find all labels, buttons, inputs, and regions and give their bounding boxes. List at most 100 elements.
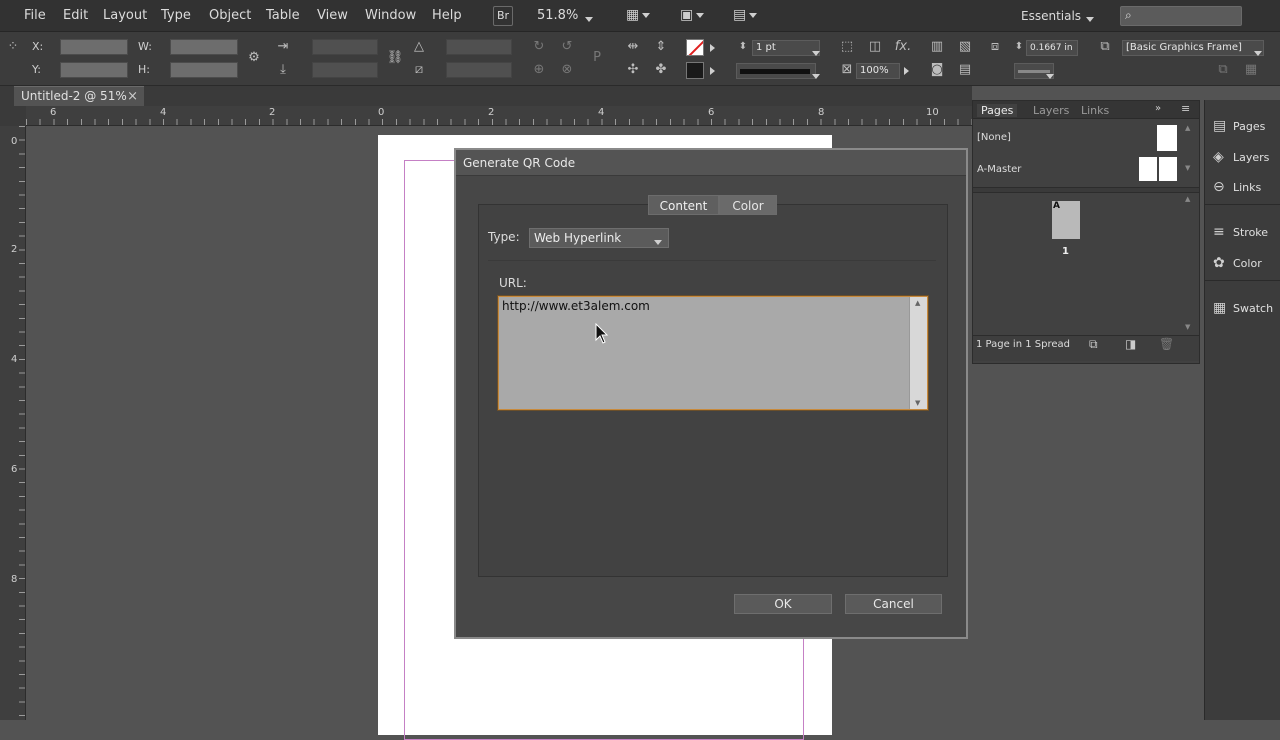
rotate-ccw-icon[interactable]: ↺ bbox=[558, 38, 576, 56]
reference-point-icon[interactable]: ⁘ bbox=[4, 38, 22, 56]
menu-view[interactable]: View bbox=[317, 8, 348, 23]
ok-button[interactable]: OK bbox=[734, 594, 832, 614]
a-master-label[interactable]: A-Master bbox=[977, 164, 1021, 175]
select-next-icon[interactable]: ✤ bbox=[652, 61, 670, 79]
ruler-origin[interactable] bbox=[0, 106, 26, 126]
screen-mode-icon[interactable]: ▣ bbox=[680, 7, 710, 25]
menu-file[interactable]: File bbox=[24, 8, 46, 23]
page-1-thumbnail[interactable]: A bbox=[1052, 201, 1080, 239]
dialog-title[interactable]: Generate QR Code bbox=[456, 150, 966, 176]
stroke-type-dropdown-icon[interactable] bbox=[812, 69, 820, 83]
link-icon[interactable]: ⛓ bbox=[386, 49, 404, 67]
y-field[interactable] bbox=[60, 62, 128, 78]
horizontal-ruler[interactable]: 6 4 2 0 2 4 6 8 10 bbox=[26, 106, 972, 126]
url-textarea[interactable]: http://www.et3alem.com ▲ ▼ bbox=[498, 296, 928, 410]
arrange-documents-icon[interactable]: ▤ bbox=[733, 7, 763, 25]
tab-color[interactable]: Color bbox=[719, 195, 777, 215]
dock-pages[interactable]: ▤ Pages bbox=[1213, 118, 1265, 134]
width-field[interactable] bbox=[170, 39, 238, 55]
new-page-icon[interactable]: ◨ bbox=[1125, 337, 1136, 351]
corner-options-icon[interactable]: ⬚ bbox=[838, 38, 856, 56]
none-master-label[interactable]: [None] bbox=[977, 132, 1011, 143]
drop-shadow-icon[interactable]: ◫ bbox=[866, 38, 884, 56]
auto-fit-icon[interactable]: ⧈ bbox=[986, 38, 1004, 56]
workspace-switcher[interactable]: Essentials bbox=[1021, 9, 1081, 23]
tab-content[interactable]: Content bbox=[648, 195, 719, 215]
dock-layers[interactable]: ◈ Layers bbox=[1213, 149, 1269, 165]
menu-type[interactable]: Type bbox=[161, 8, 191, 23]
dock-color[interactable]: ✿ Color bbox=[1213, 255, 1262, 271]
scale-y-field[interactable] bbox=[312, 62, 378, 78]
vertical-ruler[interactable]: 0 2 4 6 8 bbox=[0, 126, 26, 720]
wrap-object-icon[interactable]: ◙ bbox=[928, 61, 946, 79]
cancel-button[interactable]: Cancel bbox=[845, 594, 942, 614]
shear-field[interactable] bbox=[446, 62, 512, 78]
collapse-panel-icon[interactable]: » bbox=[1155, 103, 1161, 114]
x-field[interactable] bbox=[60, 39, 128, 55]
workspace-dropdown-icon[interactable] bbox=[1086, 12, 1094, 26]
frame-fitting-dropdown-icon[interactable] bbox=[1046, 69, 1054, 83]
select-previous-icon[interactable]: ✣ bbox=[624, 61, 642, 79]
stroke-type-field[interactable] bbox=[736, 63, 816, 79]
text-wrap-icon[interactable]: ▥ bbox=[928, 38, 946, 56]
close-tab-icon[interactable]: × bbox=[127, 87, 138, 106]
select-content-icon[interactable]: ⊗ bbox=[558, 61, 576, 79]
select-container-icon[interactable]: ⊕ bbox=[530, 61, 548, 79]
view-options-icon[interactable]: ▦ bbox=[626, 7, 656, 25]
rotate-cw-icon[interactable]: ↻ bbox=[530, 38, 548, 56]
scroll-down-icon[interactable]: ▼ bbox=[915, 399, 920, 407]
constrain-proportions-icon[interactable]: ⚙ bbox=[245, 49, 263, 67]
pages-scrollbar[interactable]: ▲ ▼ bbox=[1185, 195, 1195, 331]
menu-layout[interactable]: Layout bbox=[103, 8, 147, 23]
rotate-field[interactable] bbox=[446, 39, 512, 55]
masters-scrollbar[interactable]: ▲ ▼ bbox=[1185, 123, 1195, 183]
tab-layers[interactable]: Layers bbox=[1033, 104, 1069, 117]
a-master-left-thumbnail[interactable] bbox=[1139, 157, 1157, 181]
zoom-level[interactable]: 51.8% bbox=[537, 8, 578, 23]
scroll-up-icon[interactable]: ▲ bbox=[915, 299, 920, 307]
panel-divider[interactable] bbox=[973, 187, 1199, 193]
effects-icon[interactable]: fx. bbox=[894, 38, 912, 56]
fill-none-swatch[interactable] bbox=[686, 39, 704, 56]
fill-arrow-icon[interactable] bbox=[710, 44, 715, 52]
dock-stroke[interactable]: ≡ Stroke bbox=[1213, 224, 1268, 240]
zoom-dropdown-icon[interactable] bbox=[585, 12, 593, 26]
document-tab[interactable]: Untitled-2 @ 51% × bbox=[14, 86, 144, 106]
url-scrollbar[interactable]: ▲ ▼ bbox=[909, 297, 927, 409]
stroke-swatch[interactable] bbox=[686, 62, 704, 79]
menu-window[interactable]: Window bbox=[365, 8, 416, 23]
offset-field[interactable]: 0.1667 in bbox=[1026, 40, 1078, 56]
panel-menu-icon[interactable]: ≡ bbox=[1181, 102, 1190, 115]
wrap-jump-icon[interactable]: ▤ bbox=[956, 61, 974, 79]
menu-help[interactable]: Help bbox=[432, 8, 462, 23]
stroke-weight-field[interactable]: 1 pt bbox=[752, 40, 820, 56]
none-master-thumbnail[interactable] bbox=[1157, 125, 1177, 151]
stroke-weight-dropdown-icon[interactable] bbox=[812, 46, 820, 60]
stroke-arrow-icon[interactable] bbox=[710, 67, 715, 75]
path-icon[interactable]: P bbox=[588, 49, 606, 67]
clear-overrides-icon[interactable]: ⧉ bbox=[1214, 61, 1232, 79]
scale-x-field[interactable] bbox=[312, 39, 378, 55]
object-style-dropdown-icon[interactable] bbox=[1254, 46, 1262, 60]
a-master-right-thumbnail[interactable] bbox=[1159, 157, 1177, 181]
flip-vertical-icon[interactable]: ⇕ bbox=[652, 38, 670, 56]
flip-horizontal-icon[interactable]: ⇹ bbox=[624, 38, 642, 56]
menu-object[interactable]: Object bbox=[209, 8, 251, 23]
type-select[interactable]: Web Hyperlink bbox=[529, 228, 669, 248]
dock-links[interactable]: ⊖ Links bbox=[1213, 179, 1261, 195]
search-input[interactable]: ⌕ bbox=[1120, 6, 1242, 26]
object-style-field[interactable]: [Basic Graphics Frame] bbox=[1122, 40, 1264, 56]
opacity-field[interactable]: 100% bbox=[856, 63, 900, 79]
stroke-weight-stepper[interactable]: ⬍ bbox=[734, 38, 752, 56]
edit-page-size-icon[interactable]: ⧉ bbox=[1089, 337, 1098, 352]
opacity-arrow-icon[interactable] bbox=[904, 67, 909, 75]
menu-table[interactable]: Table bbox=[266, 8, 300, 23]
wrap-around-icon[interactable]: ▧ bbox=[956, 38, 974, 56]
menu-edit[interactable]: Edit bbox=[63, 8, 88, 23]
delete-page-icon[interactable]: 🗑 bbox=[1159, 337, 1174, 351]
bridge-button[interactable]: Br bbox=[493, 6, 513, 26]
tab-pages[interactable]: Pages bbox=[977, 104, 1018, 117]
dock-swatches[interactable]: ▦ Swatch bbox=[1213, 300, 1273, 316]
tab-links[interactable]: Links bbox=[1081, 104, 1109, 117]
height-field[interactable] bbox=[170, 62, 238, 78]
